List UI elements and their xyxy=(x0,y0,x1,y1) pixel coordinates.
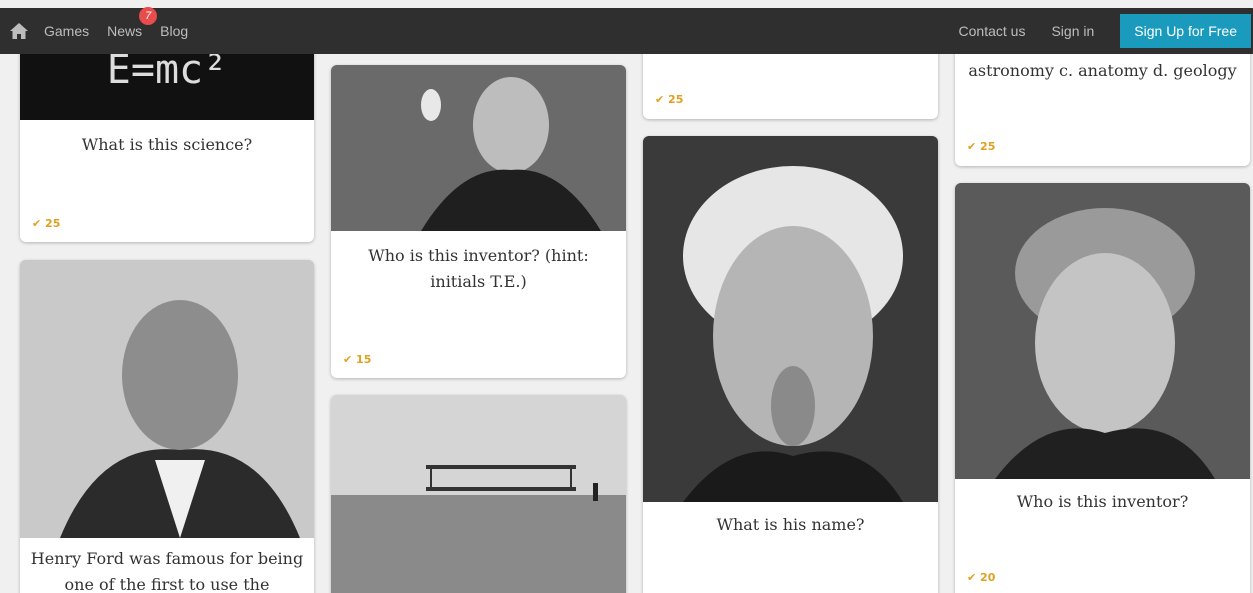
nav-news[interactable]: News 7 xyxy=(107,7,158,39)
card-einstein[interactable]: What is his name? xyxy=(643,136,938,593)
news-count-badge: 7 xyxy=(139,7,158,25)
question-text: What is this science? xyxy=(81,135,253,154)
points-badge: ✔ 25 xyxy=(655,93,684,106)
question-text: Henry Ford was famous for being one of t… xyxy=(30,549,304,593)
henry-ford-photo xyxy=(20,260,314,538)
card-curie[interactable]: Who is this inventor? ✔ 20 xyxy=(955,183,1250,593)
nav-games[interactable]: Games xyxy=(44,23,89,39)
points-badge: ✔ 20 xyxy=(967,571,996,584)
einstein-photo xyxy=(643,136,938,502)
question-text: Who is this inventor? (hint: initials T.… xyxy=(368,246,589,291)
home-icon[interactable] xyxy=(8,20,30,42)
points-badge: ✔ 15 xyxy=(343,353,372,366)
contact-link[interactable]: Contact us xyxy=(959,23,1026,39)
question-text: Who is this inventor? xyxy=(1016,492,1189,511)
question-text: astronomy c. anatomy d. geology xyxy=(968,61,1237,80)
nav-blog[interactable]: Blog xyxy=(160,23,188,39)
question-text: What is his name? xyxy=(716,515,865,534)
curie-photo xyxy=(955,183,1250,479)
wright-flyer-photo xyxy=(331,395,626,593)
card-henry-ford[interactable]: Henry Ford was famous for being one of t… xyxy=(20,260,314,593)
card-wright[interactable] xyxy=(331,395,626,593)
card-edison[interactable]: Who is this inventor? (hint: initials T.… xyxy=(331,65,626,378)
points-badge: ✔ 25 xyxy=(967,140,996,153)
top-navbar: Games News 7 Blog Contact us Sign in Sig… xyxy=(0,7,1253,54)
points-badge: ✔ 25 xyxy=(32,217,61,230)
edison-photo xyxy=(331,65,626,231)
nav-news-label: News xyxy=(107,23,143,39)
signin-link[interactable]: Sign in xyxy=(1051,23,1094,39)
right-nav: Contact us Sign in Sign Up for Free xyxy=(959,8,1253,54)
signup-button[interactable]: Sign Up for Free xyxy=(1120,14,1251,48)
